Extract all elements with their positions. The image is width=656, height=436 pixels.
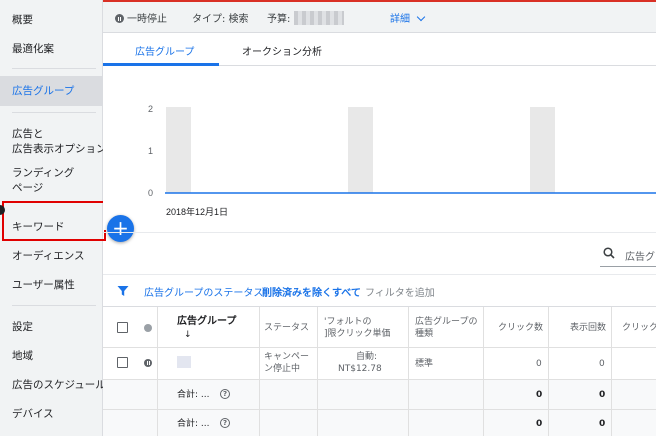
ad-groups-table: 広告グループ ↓ ステータス 'フォルトの ]限クリック単価 広告グループの 種… <box>103 306 656 436</box>
header-type-line2[interactable]: 種類 <box>415 328 433 340</box>
chevron-down-icon <box>416 12 426 22</box>
total-impressions: 0 <box>599 419 606 429</box>
budget: 予算: <box>267 10 345 25</box>
table-toolbar: 広告グ <box>103 232 656 274</box>
sidebar-item-recommendations[interactable]: 最適化案 <box>12 42 54 57</box>
sidebar-divider <box>12 305 96 306</box>
total-clicks: 0 <box>536 419 543 429</box>
sidebar-item-devices[interactable]: デバイス <box>12 407 54 422</box>
sidebar-item-landing-line2[interactable]: ページ <box>12 181 43 196</box>
weekend-band <box>348 107 373 193</box>
weekend-band <box>530 107 555 193</box>
header-ctr[interactable]: クリック <box>622 322 656 334</box>
total-label: 合計: ... <box>177 419 210 429</box>
filter-bar: 広告グループのステータス: 削除済みを除くすべて フィルタを追加 <box>103 274 656 306</box>
tab-bar: 広告グループ オークション分析 <box>103 33 656 66</box>
search-icon <box>603 247 615 259</box>
total-impressions: 0 <box>599 390 606 400</box>
column-divider <box>408 307 409 436</box>
paused-status-icon <box>144 359 152 367</box>
y-tick-label: 0 <box>148 188 153 198</box>
campaign-type: タイプ: 検索 <box>192 14 249 25</box>
sidebar-divider <box>12 68 96 69</box>
chart-svg: 2 1 0 2018年12月1日 <box>148 104 656 217</box>
y-tick-label: 1 <box>148 146 153 156</box>
sidebar-item-ads-line2[interactable]: 広告表示オプション <box>12 142 107 157</box>
sidebar-item-settings[interactable]: 設定 <box>12 320 33 335</box>
header-ad-group[interactable]: 広告グループ <box>177 316 236 328</box>
column-divider <box>548 307 549 436</box>
header-status[interactable]: ステータス <box>264 322 309 334</box>
help-icon[interactable]: ? <box>220 389 230 399</box>
filter-chip-label[interactable]: 広告グループのステータス: <box>144 284 267 299</box>
column-divider <box>157 307 158 436</box>
header-bid-line1[interactable]: 'フォルトの <box>324 316 371 328</box>
tab-ad-groups[interactable]: 広告グループ <box>135 43 194 58</box>
x-axis-start-label: 2018年12月1日 <box>166 206 228 217</box>
app-root: 概要 最適化案 広告グループ 広告と 広告表示オプション ランディング ページ … <box>0 0 656 436</box>
total-clicks: 0 <box>536 390 543 400</box>
status-pill: 一時停止 <box>115 10 167 25</box>
total-label: 合計: ... <box>177 390 210 400</box>
help-icon[interactable]: ? <box>220 418 230 428</box>
row-clicks: 0 <box>536 359 542 369</box>
details-label: 詳細 <box>390 14 410 25</box>
header-impressions[interactable]: 表示回数 <box>570 322 606 334</box>
pause-icon <box>115 14 124 23</box>
column-divider <box>317 307 318 436</box>
status-text: 一時停止 <box>127 14 167 25</box>
status-dot-icon <box>144 324 152 332</box>
column-divider <box>483 307 484 436</box>
y-tick-label: 2 <box>148 104 153 114</box>
sidebar-item-ad-groups[interactable]: 広告グループ <box>12 84 74 99</box>
add-filter-link[interactable]: フィルタを追加 <box>365 284 435 299</box>
campaign-status-bar: 一時停止 タイプ: 検索 予算: 詳細 <box>103 0 656 33</box>
search-input[interactable]: 広告グ <box>600 239 656 267</box>
ad-group-name-redacted[interactable] <box>177 356 191 368</box>
filter-icon[interactable] <box>117 285 129 297</box>
search-placeholder: 広告グ <box>625 252 655 263</box>
sidebar-divider <box>12 112 96 113</box>
column-divider <box>611 307 612 436</box>
row-bid-line1[interactable]: 自動: <box>356 351 377 363</box>
row-impressions: 0 <box>599 359 605 369</box>
sidebar-item-ad-schedule[interactable]: 広告のスケジュール <box>12 378 106 393</box>
sort-arrow-icon[interactable]: ↓ <box>184 329 192 341</box>
sidebar-item-landing-line1[interactable]: ランディング <box>12 166 74 181</box>
header-bid-line2[interactable]: ]限クリック単価 <box>324 328 391 340</box>
header-clicks[interactable]: クリック数 <box>498 322 543 334</box>
budget-value-redacted <box>294 11 345 25</box>
budget-label: 予算: <box>267 14 291 25</box>
keyword-highlight-box <box>2 201 106 241</box>
sidebar-item-locations[interactable]: 地域 <box>12 349 33 364</box>
row-status-line1: キャンペー <box>264 352 310 362</box>
sidebar-item-ads-line1[interactable]: 広告と <box>12 127 44 142</box>
details-toggle[interactable]: 詳細 <box>390 10 426 25</box>
weekend-band <box>166 107 191 193</box>
select-all-checkbox[interactable] <box>117 322 128 333</box>
row-status-line2: ン停止中 <box>264 364 301 374</box>
row-type: 標準 <box>415 359 434 369</box>
performance-chart: 2 1 0 2018年12月1日 <box>103 66 656 230</box>
tab-auction-insights[interactable]: オークション分析 <box>242 43 322 58</box>
sidebar-item-audiences[interactable]: オーディエンス <box>12 249 85 264</box>
column-divider <box>259 307 260 436</box>
row-checkbox[interactable] <box>117 357 128 368</box>
sidebar-item-overview[interactable]: 概要 <box>12 13 33 28</box>
filter-chip-value[interactable]: 削除済みを除くすべて <box>262 284 361 299</box>
sidebar-item-demographics[interactable]: ユーザー属性 <box>12 278 75 293</box>
row-bid-line2[interactable]: NT$12.78 <box>338 363 382 375</box>
header-type-line1[interactable]: 広告グループの <box>415 316 477 328</box>
